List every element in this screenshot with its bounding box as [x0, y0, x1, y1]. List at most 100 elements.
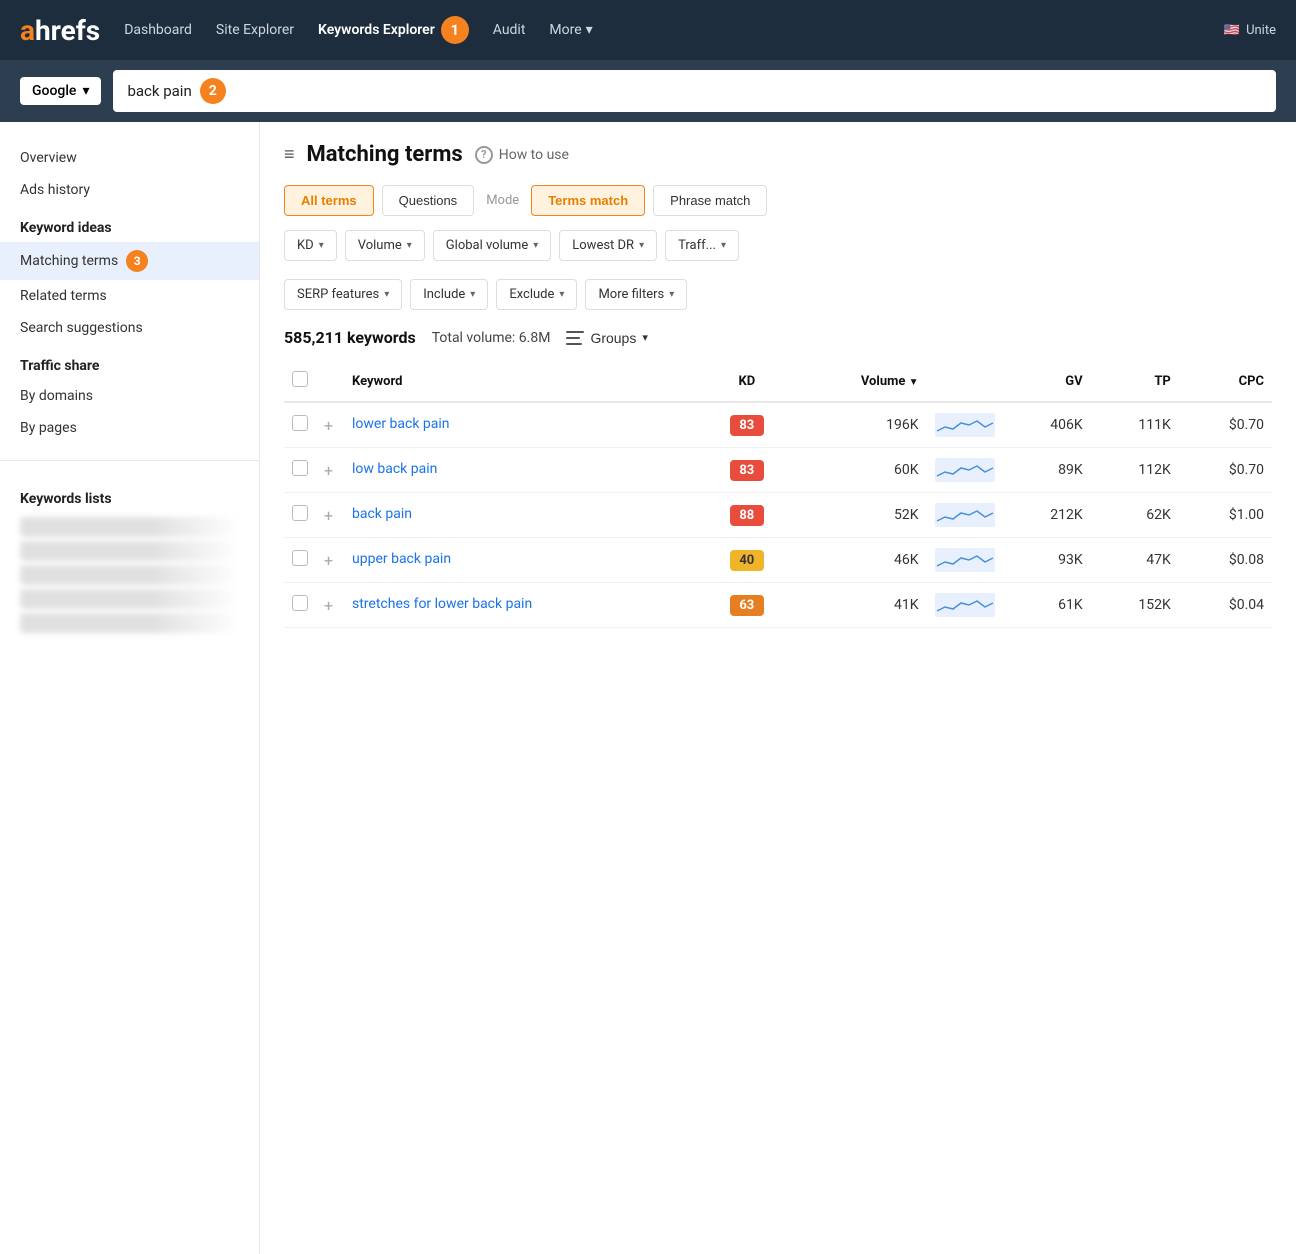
- filter-kd[interactable]: KD ▾: [284, 230, 337, 261]
- filter-more-label: More filters: [598, 287, 664, 302]
- filter-serp-features[interactable]: SERP features ▾: [284, 279, 402, 310]
- filter-kd-label: KD: [297, 238, 314, 253]
- filter-exclude[interactable]: Exclude ▾: [496, 279, 577, 310]
- add-keyword-icon[interactable]: +: [324, 461, 333, 480]
- col-volume[interactable]: Volume ▼: [792, 361, 926, 402]
- filter-global-volume[interactable]: Global volume ▾: [433, 230, 551, 261]
- sidebar-item-by-pages[interactable]: By pages: [0, 412, 259, 444]
- groups-button[interactable]: Groups ▾: [566, 330, 647, 346]
- country-label: Unite: [1246, 23, 1276, 38]
- nav-keywords-explorer[interactable]: Keywords Explorer: [318, 22, 435, 38]
- country-selector[interactable]: 🇺🇸 Unite: [1224, 23, 1276, 38]
- how-to-use-btn[interactable]: ? How to use: [475, 146, 569, 164]
- filter-include[interactable]: Include ▾: [410, 279, 488, 310]
- col-cpc[interactable]: CPC: [1179, 361, 1272, 402]
- sidebar-blurred-1: [20, 517, 239, 537]
- add-keyword-icon[interactable]: +: [324, 551, 333, 570]
- tab-phrase-match[interactable]: Phrase match: [653, 185, 767, 216]
- nav-badge-1: 1: [441, 16, 469, 44]
- keyword-link[interactable]: back pain: [352, 506, 412, 522]
- row-keyword-cell: back pain: [344, 493, 701, 538]
- col-gv[interactable]: GV: [1003, 361, 1091, 402]
- keyword-link[interactable]: stretches for lower back pain: [352, 596, 532, 612]
- filter-lowest-dr[interactable]: Lowest DR ▾: [559, 230, 657, 261]
- search-bar: Google ▾ back pain 2: [0, 60, 1296, 122]
- filter-exclude-label: Exclude: [509, 287, 554, 302]
- row-kd-cell: 40: [701, 538, 792, 583]
- how-to-use-label: How to use: [499, 147, 569, 163]
- search-engine-selector[interactable]: Google ▾: [20, 77, 101, 105]
- tab-all-terms[interactable]: All terms: [284, 185, 374, 216]
- row-checkbox[interactable]: [292, 415, 308, 431]
- logo-a: a: [20, 14, 35, 47]
- kd-badge: 83: [730, 415, 764, 436]
- filter-traffic[interactable]: Traff... ▾: [665, 230, 739, 261]
- col-keyword[interactable]: Keyword: [344, 361, 701, 402]
- tab-terms-match[interactable]: Terms match: [531, 185, 645, 216]
- chevron-down-icon: ▾: [384, 289, 389, 300]
- row-kd-cell: 83: [701, 402, 792, 448]
- nav-dashboard[interactable]: Dashboard: [124, 22, 192, 38]
- row-checkbox-cell: [284, 448, 316, 493]
- chevron-down-icon: ▾: [559, 289, 564, 300]
- sidebar-badge-3: 3: [126, 250, 148, 272]
- select-all-checkbox[interactable]: [292, 371, 308, 387]
- row-trend-cell: [927, 538, 1003, 583]
- row-checkbox[interactable]: [292, 460, 308, 476]
- sidebar-item-by-domains[interactable]: By domains: [0, 380, 259, 412]
- chevron-down-icon: ▾: [669, 289, 674, 300]
- table-row: + upper back pain 40 46K 93K 47K $0.08: [284, 538, 1272, 583]
- sidebar-item-related-terms[interactable]: Related terms: [0, 280, 259, 312]
- chevron-down-icon: ▾: [642, 331, 648, 344]
- row-checkbox[interactable]: [292, 505, 308, 521]
- chevron-down-icon: ▾: [721, 240, 726, 251]
- add-keyword-icon[interactable]: +: [324, 416, 333, 435]
- keyword-link[interactable]: upper back pain: [352, 551, 451, 567]
- nav-audit[interactable]: Audit: [493, 22, 526, 38]
- col-checkbox: [284, 361, 316, 402]
- nav-more[interactable]: More ▾: [549, 22, 592, 38]
- trend-sparkline: [935, 413, 995, 437]
- sidebar-blurred-3: [20, 565, 239, 585]
- row-add-cell: +: [316, 493, 344, 538]
- chevron-down-icon: ▾: [586, 22, 593, 38]
- keyword-search-input-wrap: back pain 2: [113, 70, 1276, 112]
- row-checkbox[interactable]: [292, 595, 308, 611]
- chevron-down-icon: ▾: [533, 240, 538, 251]
- tab-questions[interactable]: Questions: [382, 185, 475, 216]
- filter-lowest-dr-label: Lowest DR: [572, 238, 634, 253]
- logo[interactable]: ahrefs: [20, 14, 100, 47]
- logo-hrefs: hrefs: [35, 14, 100, 47]
- sidebar-item-matching-terms[interactable]: Matching terms 3: [0, 242, 259, 280]
- col-trend: [927, 361, 1003, 402]
- trend-sparkline: [935, 593, 995, 617]
- keyword-link[interactable]: low back pain: [352, 461, 437, 477]
- sidebar-item-ads-history[interactable]: Ads history: [0, 174, 259, 206]
- row-gv-cell: 212K: [1003, 493, 1091, 538]
- sidebar-item-overview[interactable]: Overview: [0, 142, 259, 174]
- filter-more[interactable]: More filters ▾: [585, 279, 687, 310]
- hamburger-icon[interactable]: ≡: [284, 144, 295, 165]
- col-add: [316, 361, 344, 402]
- col-kd[interactable]: KD: [701, 361, 792, 402]
- row-checkbox[interactable]: [292, 550, 308, 566]
- keywords-table: Keyword KD Volume ▼ GV TP CPC +: [284, 361, 1272, 628]
- row-tp-cell: 152K: [1091, 583, 1179, 628]
- trend-sparkline: [935, 458, 995, 482]
- help-circle-icon: ?: [475, 146, 493, 164]
- filter-volume[interactable]: Volume ▾: [345, 230, 425, 261]
- keyword-link[interactable]: lower back pain: [352, 416, 450, 432]
- add-keyword-icon[interactable]: +: [324, 506, 333, 525]
- row-cpc-cell: $0.70: [1179, 448, 1272, 493]
- main-content: ≡ Matching terms ? How to use All terms …: [260, 122, 1296, 1254]
- row-cpc-cell: $0.08: [1179, 538, 1272, 583]
- sidebar-item-search-suggestions[interactable]: Search suggestions: [0, 312, 259, 344]
- sidebar-section-traffic-share: Traffic share: [0, 344, 259, 380]
- row-checkbox-cell: [284, 583, 316, 628]
- table-header-row: Keyword KD Volume ▼ GV TP CPC: [284, 361, 1272, 402]
- add-keyword-icon[interactable]: +: [324, 596, 333, 615]
- filter-serp-label: SERP features: [297, 287, 379, 302]
- col-tp[interactable]: TP: [1091, 361, 1179, 402]
- nav-site-explorer[interactable]: Site Explorer: [216, 22, 294, 38]
- kd-badge: 83: [730, 460, 764, 481]
